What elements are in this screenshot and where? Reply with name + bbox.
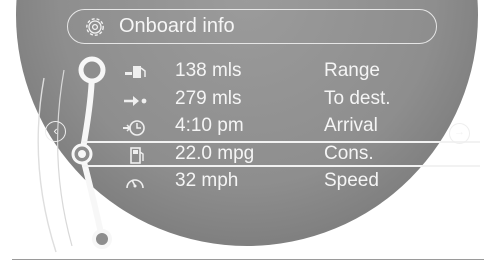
consumption-label: Cons. [324,143,374,164]
arrival-value: 4:10 pm [175,115,244,136]
track-bottom-knob[interactable] [92,229,112,249]
chevron-left-icon[interactable]: ‹ [45,121,66,142]
to-dest-value: 279 mls [175,88,242,109]
arrival-label: Arrival [324,115,378,136]
consumption-value: 22.0 mpg [175,143,255,164]
to-dest-label: To dest. [324,88,391,109]
destination-arrow-icon [124,96,147,106]
speed-value: 32 mph [175,170,239,191]
list-item-arrival[interactable]: 4:10 pm Arrival [12,115,484,141]
page-title: Onboard info [119,15,235,37]
range-label: Range [324,60,380,81]
speed-label: Speed [324,170,379,191]
list-item-range[interactable]: 138 mls Range [12,60,484,86]
display-frame: Onboard info 138 mls Range 279 mls To de… [12,0,484,260]
list-item-speed[interactable]: 32 mph Speed [12,170,484,196]
list-item-consumption[interactable]: 22.0 mpg Cons. [12,143,484,169]
speedometer-icon [126,179,144,189]
gear-icon [86,18,104,36]
list-item-to-dest[interactable]: 279 mls To dest. [12,88,484,114]
fuel-pump-icon [130,147,144,164]
fuel-range-icon [125,66,146,78]
range-value: 138 mls [175,60,242,81]
onboard-info-header: Onboard info [67,9,437,44]
arrival-clock-icon [123,120,145,136]
forward-arrow-icon[interactable]: → [449,123,470,144]
